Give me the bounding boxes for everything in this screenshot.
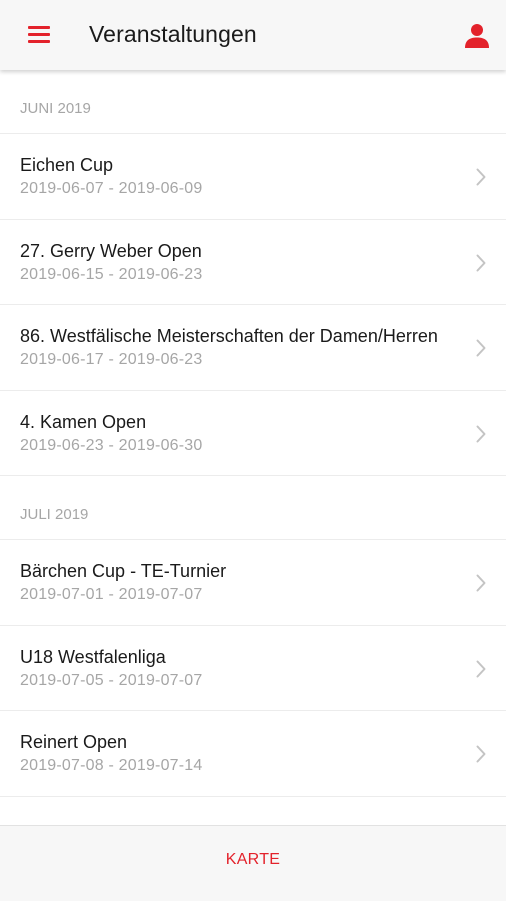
event-list-item[interactable]: Bärchen Cup - TE-Turnier 2019-07-01 - 201…: [0, 540, 506, 626]
event-dates: 2019-06-23 - 2019-06-30: [20, 436, 203, 454]
event-name: 27. Gerry Weber Open: [20, 240, 202, 261]
event-name: U18 Westfalenliga: [20, 646, 166, 667]
event-list-item[interactable]: 86. Westfälische Meisterschaften der Dam…: [0, 305, 506, 391]
event-dates: 2019-07-01 - 2019-07-07: [20, 586, 203, 603]
event-list-item-partial[interactable]: [0, 797, 506, 826]
event-list-item[interactable]: Eichen Cup 2019-06-07 - 2019-06-09: [0, 134, 506, 220]
chevron-right-icon: [476, 425, 486, 443]
event-name: 4. Kamen Open: [20, 411, 147, 432]
chevron-right-icon: [476, 168, 486, 186]
chevron-right-icon: [476, 254, 486, 272]
event-dates: 2019-06-07 - 2019-06-09: [20, 180, 203, 197]
hamburger-menu-icon[interactable]: [24, 22, 54, 48]
chevron-right-icon: [476, 660, 486, 678]
event-dates: 2019-06-17 - 2019-06-23: [20, 351, 203, 368]
event-list-item[interactable]: 4. Kamen Open 2019-06-23 - 2019-06-30: [0, 391, 506, 476]
section-header: JULI 2019: [0, 476, 506, 540]
event-list-item[interactable]: U18 Westfalenliga 2019-07-05 - 2019-07-07: [0, 626, 506, 711]
page-title: Veranstaltungen: [89, 21, 257, 47]
event-list[interactable]: JUNI 2019 Eichen Cup 2019-06-07 - 2019-06-…: [0, 70, 506, 825]
section-header: JUNI 2019: [0, 70, 506, 134]
event-name: 86. Westfälische Meisterschaften der Dam…: [20, 326, 438, 346]
map-button[interactable]: KARTE: [0, 851, 506, 869]
event-dates: 2019-07-05 - 2019-07-07: [20, 671, 203, 689]
event-dates: 2019-07-08 - 2019-07-14: [20, 757, 203, 774]
chevron-right-icon: [476, 745, 486, 763]
chevron-right-icon: [476, 339, 486, 357]
event-name: Bärchen Cup - TE-Turnier: [20, 561, 227, 581]
chevron-right-icon: [476, 574, 486, 592]
app-bar: Veranstaltungen: [0, 0, 506, 70]
person-icon[interactable]: [464, 22, 490, 48]
event-list-item[interactable]: Reinert Open 2019-07-08 - 2019-07-14: [0, 711, 506, 797]
event-name: Eichen Cup: [20, 155, 114, 175]
event-name: Reinert Open: [20, 732, 128, 752]
event-list-item[interactable]: 27. Gerry Weber Open 2019-06-15 - 2019-06…: [0, 220, 506, 305]
event-dates: 2019-06-15 - 2019-06-23: [20, 265, 203, 283]
bottom-bar: KARTE: [0, 825, 506, 901]
